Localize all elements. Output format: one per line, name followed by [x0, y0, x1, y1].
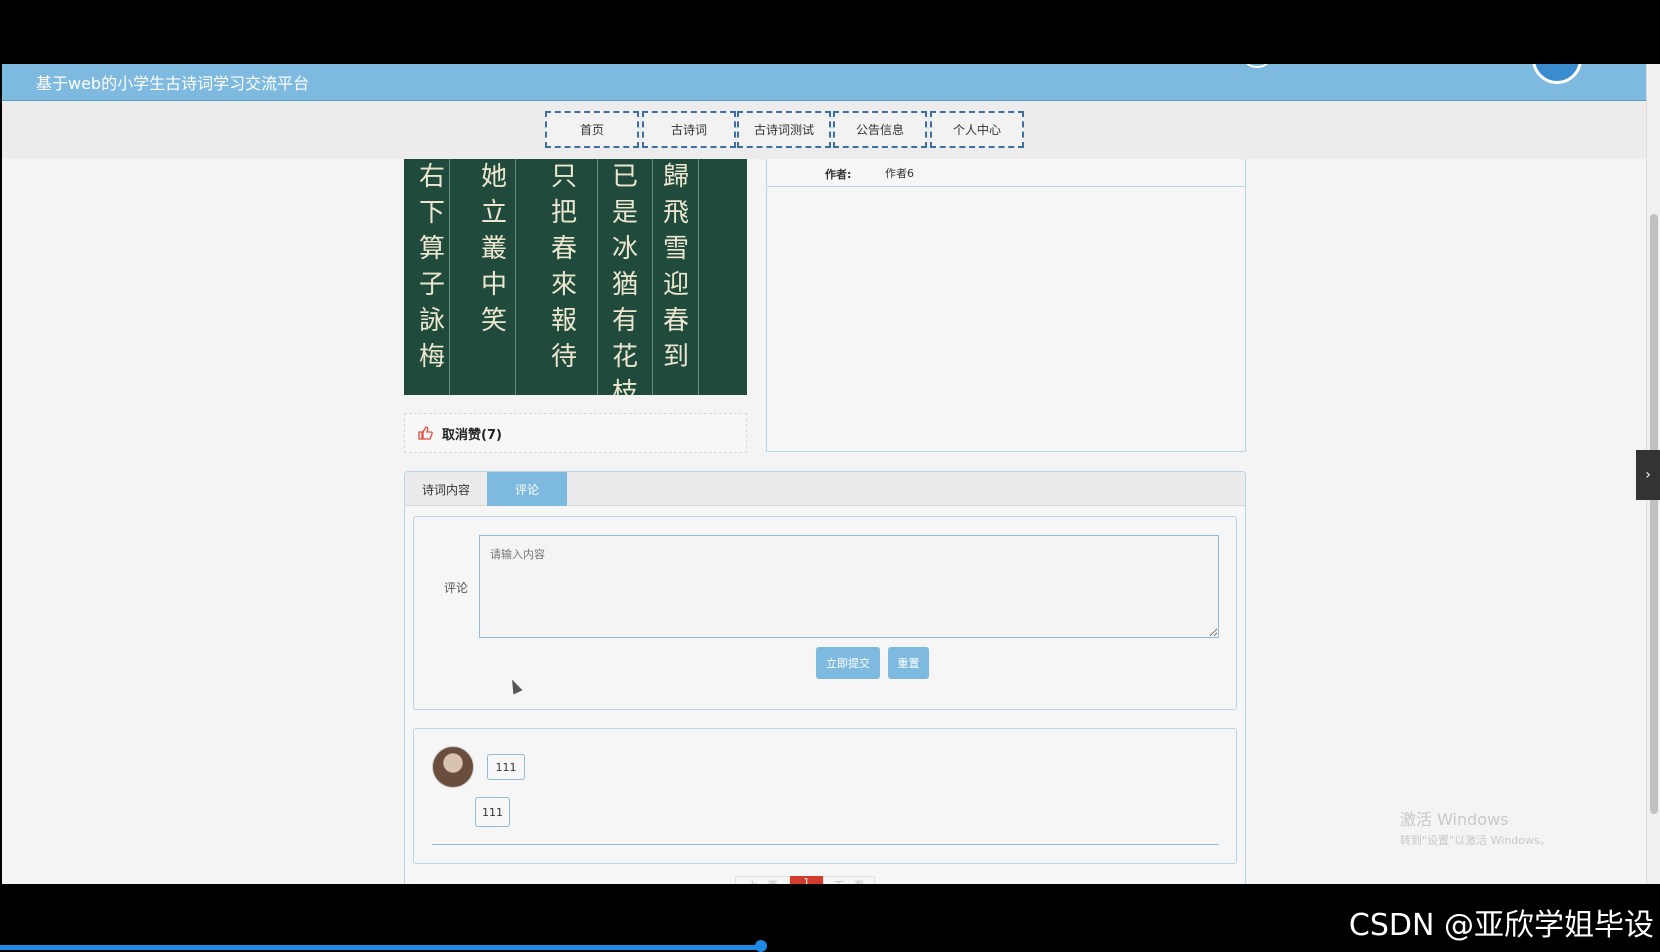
author-label: 作者: [825, 168, 852, 181]
glyph: 叢 [480, 234, 507, 264]
video-progress-handle[interactable] [755, 940, 767, 952]
glyph: 冰 [611, 234, 638, 264]
glyph-column: 她立叢中笑 [474, 159, 514, 339]
author-value: 作者6 [885, 167, 914, 180]
windows-activation-watermark: 激活 Windows 转到"设置"以激活 Windows。 [1400, 806, 1600, 848]
main-content: 右下算子詠梅 她立叢中笑 只把春來報待 已是冰猶有花枝俏 歸飛雪迎春到 取消赞(… [2, 159, 1648, 884]
chevron-right-icon: › [1645, 467, 1651, 483]
glyph: 算 [418, 234, 445, 264]
main-nav: 首页 古诗词 古诗词测试 公告信息 个人中心 [2, 101, 1648, 159]
tabs-panel: 诗词内容 评论 评论 立即提交 重置 111 111 上一页 1 下一页 [404, 471, 1246, 884]
glyph: 詠 [418, 306, 445, 336]
commenter-avatar [432, 746, 474, 788]
comment-content: 111 [475, 797, 510, 827]
glyph: 笑 [480, 306, 507, 336]
calligraphy-image: 右下算子詠梅 她立叢中笑 只把春來報待 已是冰猶有花枝俏 歸飛雪迎春到 [404, 159, 747, 395]
glyph: 猶 [611, 270, 638, 300]
comment-textarea[interactable] [479, 535, 1219, 638]
author-row: 作者: 作者6 [767, 159, 1245, 187]
nav-home[interactable]: 首页 [545, 111, 639, 148]
submit-button[interactable]: 立即提交 [816, 647, 880, 679]
next-page-button[interactable]: 下一页 [823, 876, 875, 884]
comment-divider [432, 844, 1219, 845]
glyph: 有 [611, 306, 638, 336]
glyph: 只 [550, 162, 577, 192]
nav-announcements[interactable]: 公告信息 [833, 111, 927, 148]
glyph: 到 [662, 342, 689, 372]
browser-viewport: 基于web的小学生古诗词学习交流平台 首页 古诗词 古诗词测试 公告信息 个人中… [2, 64, 1648, 884]
side-panel-toggle[interactable]: › [1636, 450, 1660, 500]
prev-page-button[interactable]: 上一页 [735, 876, 790, 884]
glyph-column: 歸飛雪迎春到 [656, 159, 696, 375]
scroll-thumb[interactable] [1650, 214, 1658, 814]
glyph-column: 右下算子詠梅 [412, 159, 452, 375]
commenter-name: 111 [487, 754, 525, 780]
user-avatar-icon[interactable] [1532, 64, 1582, 84]
glyph: 是 [611, 198, 638, 228]
video-top-bar [0, 0, 1660, 64]
glyph: 梅 [418, 342, 445, 372]
reset-button[interactable]: 重置 [888, 647, 929, 679]
comment-form: 评论 立即提交 重置 [413, 516, 1237, 710]
glyph: 花 [611, 342, 638, 372]
glyph: 已 [611, 162, 638, 192]
watermark-line1: 激活 Windows [1400, 810, 1509, 829]
glyph: 春 [662, 306, 689, 336]
pagination: 上一页 1 下一页 [735, 876, 875, 884]
like-button[interactable]: 取消赞(7) [404, 413, 747, 453]
video-progress-bar[interactable] [0, 945, 760, 950]
glyph: 雪 [662, 234, 689, 264]
glyph: 立 [480, 198, 507, 228]
comment-list: 111 111 [413, 728, 1237, 864]
glyph: 右 [418, 162, 445, 192]
watermark-line2: 转到"设置"以激活 Windows。 [1400, 834, 1551, 847]
glyph: 報 [550, 306, 577, 336]
tab-poem-content[interactable]: 诗词内容 [405, 472, 487, 506]
poem-info-panel: 作者: 作者6 [766, 159, 1246, 452]
nav-poem-test[interactable]: 古诗词测试 [737, 111, 831, 148]
glyph: 中 [480, 270, 507, 300]
current-page[interactable]: 1 [790, 876, 823, 884]
thumbs-up-icon [417, 425, 433, 441]
glyph: 歸 [662, 162, 689, 192]
glyph: 下 [418, 198, 445, 228]
tab-comments[interactable]: 评论 [487, 472, 567, 506]
nav-personal-center[interactable]: 个人中心 [930, 111, 1024, 148]
glyph: 待 [550, 342, 577, 372]
glyph-column: 只把春來報待 [544, 159, 584, 375]
site-header: 基于web的小学生古诗词学习交流平台 [2, 64, 1648, 101]
glyph: 飛 [662, 198, 689, 228]
glyph: 把 [550, 198, 577, 228]
glyph: 她 [480, 162, 507, 192]
glyph: 子 [418, 270, 445, 300]
glyph: 來 [550, 270, 577, 300]
glyph: 枝 [611, 378, 638, 395]
tabs-header: 诗词内容 评论 [405, 472, 1245, 506]
glyph-column: 已是冰猶有花枝俏 [605, 159, 645, 395]
nav-poems[interactable]: 古诗词 [642, 111, 736, 148]
glyph: 迎 [662, 270, 689, 300]
glyph: 春 [550, 234, 577, 264]
site-title: 基于web的小学生古诗词学习交流平台 [36, 74, 310, 93]
csdn-watermark: CSDN @亚欣学姐毕设 [1348, 908, 1654, 943]
header-icon[interactable] [1242, 64, 1272, 68]
comment-label: 评论 [444, 581, 469, 595]
like-label: 取消赞(7) [442, 427, 502, 443]
